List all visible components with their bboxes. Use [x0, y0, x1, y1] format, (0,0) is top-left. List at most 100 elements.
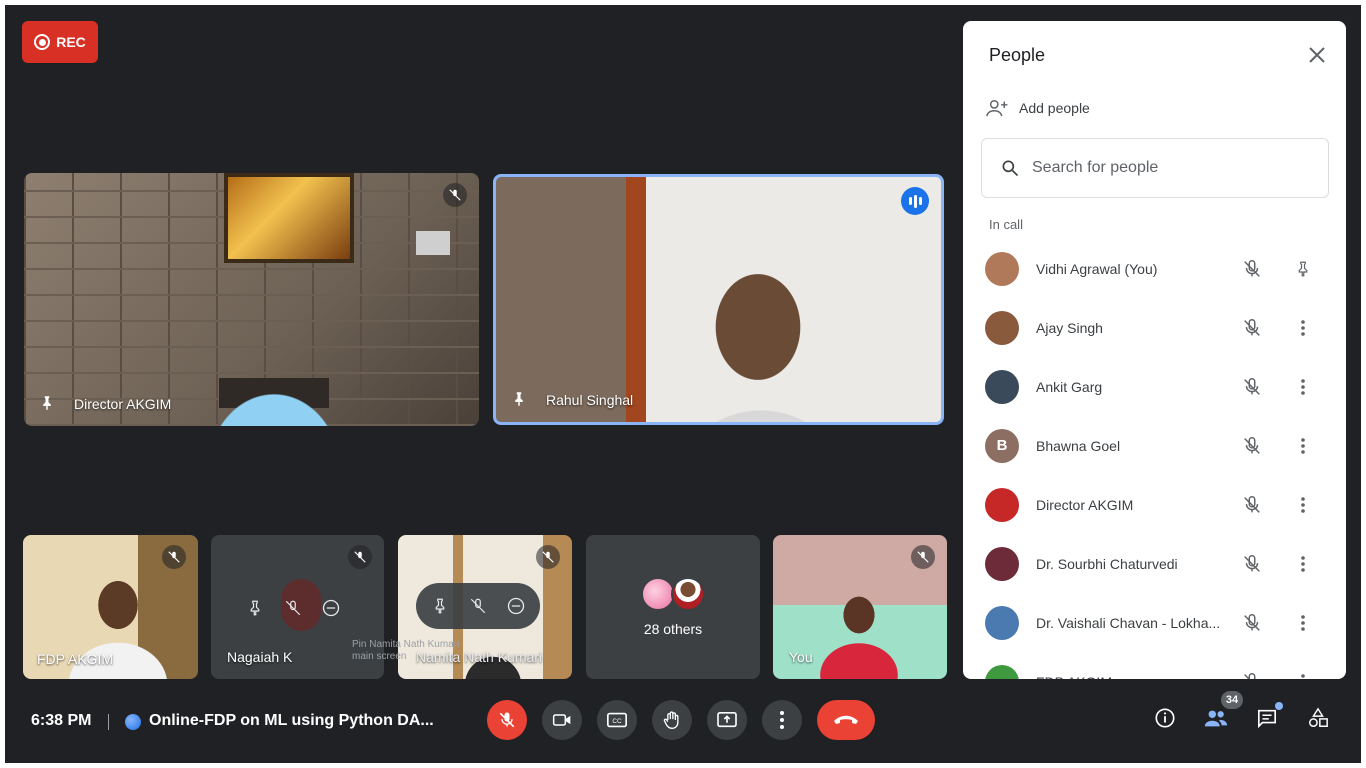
- avatar: [985, 487, 1019, 522]
- unread-dot: [1275, 702, 1283, 710]
- mic-off-icon[interactable]: [466, 594, 490, 618]
- pin-icon[interactable]: [428, 594, 452, 618]
- participant-row[interactable]: B Bhawna Goel: [963, 416, 1346, 475]
- video-tile-director-akgim[interactable]: Director AKGIM: [24, 173, 479, 426]
- participant-row[interactable]: FDP AKGIM: [963, 652, 1346, 679]
- avatar: [641, 577, 675, 611]
- pin-icon[interactable]: [243, 596, 267, 620]
- avatar: [671, 577, 705, 611]
- remove-icon[interactable]: [504, 594, 528, 618]
- participant-name: You: [789, 649, 813, 665]
- more-vert-icon[interactable]: [1292, 612, 1314, 634]
- mic-off-icon: [499, 712, 515, 728]
- mic-off-icon: [162, 545, 186, 569]
- pin-icon[interactable]: [38, 394, 56, 412]
- close-icon[interactable]: [1305, 43, 1329, 67]
- info-icon: [1155, 708, 1175, 728]
- avatar: [985, 251, 1019, 286]
- present-icon: [717, 711, 737, 728]
- raise-hand-button[interactable]: [652, 700, 692, 740]
- present-screen-button[interactable]: [707, 700, 747, 740]
- people-panel: People Add people In call Vidhi Agrawal …: [963, 21, 1346, 679]
- participant-row[interactable]: Dr. Sourbhi Chaturvedi: [963, 534, 1346, 593]
- participant-row[interactable]: Director AKGIM: [963, 475, 1346, 534]
- avatar: B: [985, 428, 1019, 463]
- meeting-icon: [125, 714, 141, 730]
- avatar: [985, 310, 1019, 345]
- remove-icon[interactable]: [319, 596, 343, 620]
- recording-indicator: REC: [22, 21, 98, 63]
- add-person-icon: [986, 100, 1008, 117]
- mic-off-icon: [1244, 259, 1260, 277]
- others-avatars: [641, 577, 705, 611]
- meeting-details-button[interactable]: [1151, 704, 1179, 732]
- hang-up-icon: [834, 715, 858, 724]
- pin-tooltip: Pin Namita Nath Kumari main screen: [352, 639, 459, 663]
- more-vert-icon[interactable]: [1292, 494, 1314, 516]
- participant-row[interactable]: Ajay Singh: [963, 298, 1346, 357]
- participant-row[interactable]: Ankit Garg: [963, 357, 1346, 416]
- participant-name: Nagaiah K: [227, 649, 293, 665]
- participant-name: Dr. Vaishali Chavan - Lokha...: [1036, 614, 1221, 631]
- search-icon: [1002, 160, 1019, 177]
- participant-name: Rahul Singhal: [546, 392, 634, 408]
- mic-off-icon: [348, 545, 372, 569]
- meeting-title[interactable]: Online-FDP on ML using Python DA...: [149, 712, 434, 730]
- pin-icon[interactable]: [510, 390, 528, 408]
- captions-button[interactable]: CC: [597, 700, 637, 740]
- add-people-label: Add people: [1019, 100, 1090, 116]
- mic-off-icon[interactable]: [281, 596, 305, 620]
- microphone-toggle-button[interactable]: [487, 700, 527, 740]
- participant-name: Ajay Singh: [1036, 319, 1103, 336]
- participant-name: Vidhi Agrawal (You): [1036, 260, 1158, 277]
- others-tile[interactable]: 28 others: [586, 535, 760, 679]
- recording-label: REC: [56, 34, 86, 50]
- people-icon: [1204, 710, 1228, 727]
- divider: [108, 714, 109, 730]
- captions-icon: CC: [607, 712, 627, 728]
- participant-name: Director AKGIM: [74, 396, 172, 412]
- more-vert-icon[interactable]: [1292, 317, 1314, 339]
- avatar: [985, 546, 1019, 581]
- participant-count-badge: 34: [1221, 691, 1243, 709]
- mic-off-icon: [443, 183, 467, 207]
- video-tile-rahul-singhal[interactable]: Rahul Singhal: [493, 174, 944, 425]
- mic-off-icon: [1244, 554, 1260, 572]
- mic-off-icon: [1244, 318, 1260, 336]
- tile-hover-controls: [416, 583, 540, 629]
- tooltip-line: main screen: [352, 651, 407, 662]
- svg-text:CC: CC: [612, 718, 622, 725]
- mic-off-icon: [1244, 436, 1260, 454]
- activities-icon: [1309, 707, 1328, 727]
- more-vert-icon: [780, 711, 784, 729]
- participant-name: Bhawna Goel: [1036, 437, 1121, 454]
- participant-name: Director AKGIM: [1036, 496, 1134, 513]
- wall-switch: [416, 231, 450, 255]
- more-options-button[interactable]: [762, 700, 802, 740]
- video-tile-you[interactable]: You: [773, 535, 947, 679]
- section-label: In call: [989, 217, 1023, 232]
- search-box[interactable]: [981, 138, 1329, 198]
- mic-off-icon: [911, 545, 935, 569]
- avatar: [985, 664, 1019, 679]
- participant-name: Dr. Sourbhi Chaturvedi: [1036, 555, 1178, 572]
- more-vert-icon[interactable]: [1292, 671, 1314, 680]
- participant-row[interactable]: Vidhi Agrawal (You): [963, 239, 1346, 298]
- video-tile-fdp-akgim[interactable]: FDP AKGIM: [23, 535, 198, 679]
- others-count-label: 28 others: [643, 621, 703, 637]
- more-vert-icon[interactable]: [1292, 435, 1314, 457]
- mic-off-icon: [1244, 613, 1260, 631]
- more-vert-icon[interactable]: [1292, 553, 1314, 575]
- add-people-button[interactable]: Add people: [985, 98, 1090, 118]
- leave-call-button[interactable]: [817, 700, 875, 740]
- participant-name: Ankit Garg: [1036, 378, 1103, 395]
- activities-button[interactable]: [1304, 704, 1332, 732]
- pin-icon[interactable]: [1292, 258, 1314, 280]
- camera-toggle-button[interactable]: [542, 700, 582, 740]
- tooltip-line: Pin Namita Nath Kumari: [352, 639, 460, 650]
- more-vert-icon[interactable]: [1292, 376, 1314, 398]
- speaking-indicator-icon: [901, 187, 929, 215]
- search-input[interactable]: [1032, 159, 1292, 177]
- mic-off-icon: [1244, 377, 1260, 395]
- participant-row[interactable]: Dr. Vaishali Chavan - Lokha...: [963, 593, 1346, 652]
